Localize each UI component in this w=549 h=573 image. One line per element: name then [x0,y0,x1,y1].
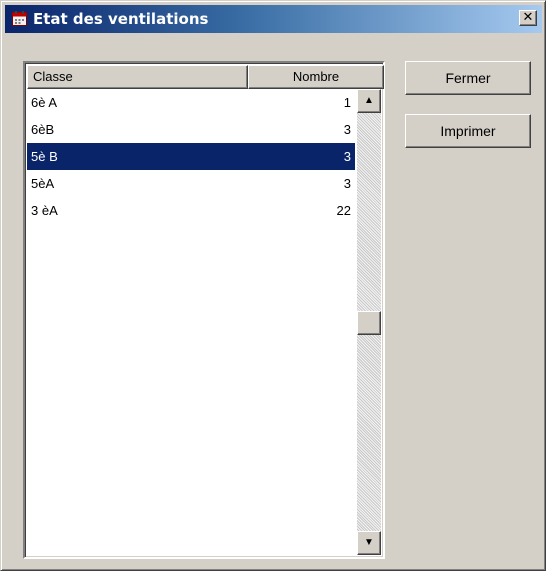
cell-nombre: 22 [336,203,351,218]
scroll-down-button[interactable]: ▼ [357,531,381,555]
column-header-nombre[interactable]: Nombre [248,65,384,89]
list-item[interactable]: 5èA 3 [27,170,355,197]
arrow-up-icon: ▲ [364,95,374,106]
cell-classe: 6èB [31,122,55,137]
close-icon: ✕ [522,10,534,25]
cell-classe: 6è A [31,95,58,110]
cell-nombre: 3 [343,176,351,191]
fermer-button[interactable]: Fermer [405,61,531,95]
column-header-classe[interactable]: Classe [27,65,248,89]
title-bar[interactable]: Etat des ventilations ✕ [5,5,542,33]
cell-nombre: 1 [343,95,351,110]
imprimer-button[interactable]: Imprimer [405,114,531,148]
vertical-scrollbar[interactable]: ▲ ▼ [357,89,381,555]
list-item[interactable]: 3 èA 22 [27,197,355,224]
list-header: Classe Nombre [27,65,384,89]
scroll-up-button[interactable]: ▲ [357,89,381,113]
list-item[interactable]: 6è A 1 [27,89,355,116]
list-item[interactable]: 5è B 3 [27,143,355,170]
ventilations-window: Etat des ventilations ✕ Classe Nombre 6è… [0,0,546,571]
list-item[interactable]: 6èB 3 [27,116,355,143]
close-button[interactable]: ✕ [519,10,537,26]
cell-classe: 5èA [31,176,55,191]
cell-nombre: 3 [343,122,351,137]
ventilation-list[interactable]: Classe Nombre 6è A 1 6èB 3 5è B 3 5èA 3 … [23,61,385,559]
cell-classe: 5è B [31,149,58,164]
cell-nombre: 3 [343,149,351,164]
arrow-down-icon: ▼ [364,537,374,548]
window-app-icon[interactable] [12,11,27,26]
list-rows: 6è A 1 6èB 3 5è B 3 5èA 3 3 èA 22 [27,89,355,224]
window-title: Etat des ventilations [33,10,209,28]
scroll-thumb[interactable] [357,311,381,335]
cell-classe: 3 èA [31,203,58,218]
